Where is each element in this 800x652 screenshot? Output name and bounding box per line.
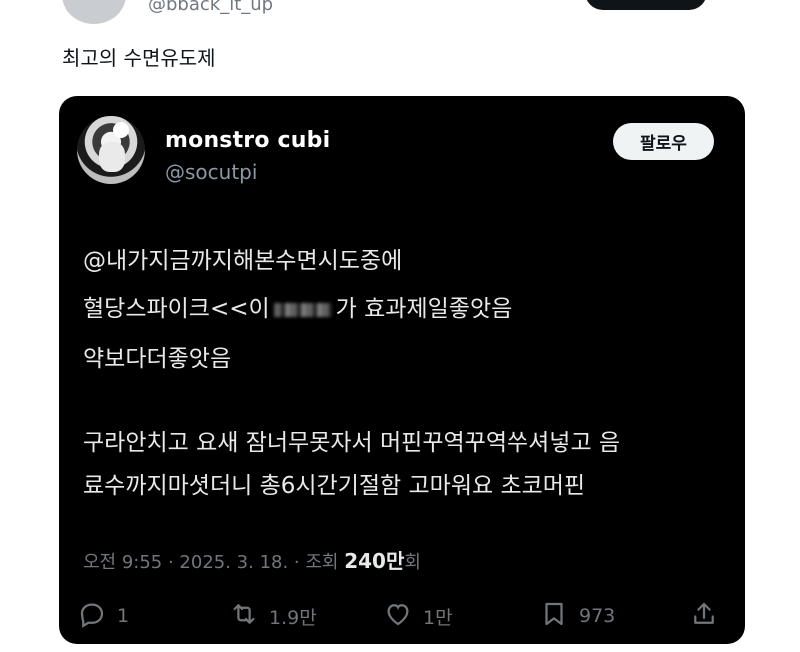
avatar-face <box>99 142 125 172</box>
reply-icon <box>77 599 107 634</box>
outer-handle[interactable]: @bback_it_up <box>148 0 273 15</box>
share-icon <box>689 599 719 634</box>
display-name[interactable]: monstro cubi <box>165 128 330 153</box>
tweet-line: 구라안치고 요새 잠너무못자서 머핀꾸역꾸역쑤셔넣고 음 <box>83 430 621 456</box>
bookmark-count: 973 <box>579 605 616 627</box>
tweet-line: @내가지금까지해본수면시도중에 <box>83 248 403 274</box>
outer-avatar[interactable] <box>62 0 126 24</box>
view-suffix: 회 <box>404 552 421 573</box>
like-count: 1만 <box>423 606 453 629</box>
retweet-icon <box>229 599 259 634</box>
avatar-flower <box>113 122 129 138</box>
tweet-text-fragment: 가 효과제일좋앗음 <box>335 296 513 322</box>
tweet-line: 약보다더좋앗음 <box>83 346 232 372</box>
bookmark-button[interactable]: 973 <box>539 596 615 636</box>
tweet-meta: 오전 9:55 · 2025. 3. 18. · 조회 240만회 <box>83 545 421 574</box>
view-count: 240만 <box>344 549 405 573</box>
blurred-text <box>273 302 332 317</box>
follow-button[interactable]: 팔로우 <box>613 123 714 160</box>
retweet-button[interactable]: 1.9만 <box>229 596 317 636</box>
bookmark-icon <box>539 599 569 634</box>
avatar[interactable] <box>77 116 145 184</box>
like-button[interactable]: 1만 <box>383 596 453 636</box>
reply-count: 1 <box>117 605 130 627</box>
retweet-count: 1.9만 <box>269 606 317 629</box>
tweet-line: 료수까지마셧더니 총6시간기절함 고마워요 초코머핀 <box>83 473 586 499</box>
tweet-line: 혈당스파이크<<이 가 효과제일좋앗음 <box>83 289 512 323</box>
tweet-text-fragment: 혈당스파이크<<이 <box>83 296 270 322</box>
user-handle[interactable]: @socutpi <box>165 160 257 184</box>
reply-button[interactable]: 1 <box>77 596 129 636</box>
outer-tweet-text: 최고의 수면유도제 <box>62 46 216 70</box>
outer-follow-button[interactable] <box>585 0 707 10</box>
heart-icon <box>383 599 413 634</box>
share-button[interactable] <box>689 596 719 636</box>
quoted-tweet-card[interactable]: monstro cubi @socutpi 팔로우 @내가지금까지해본수면시도중… <box>59 96 745 644</box>
action-bar: 1 1.9만 1만 973 <box>77 596 727 636</box>
timestamp[interactable]: 오전 9:55 · 2025. 3. 18. · 조회 <box>83 552 344 573</box>
